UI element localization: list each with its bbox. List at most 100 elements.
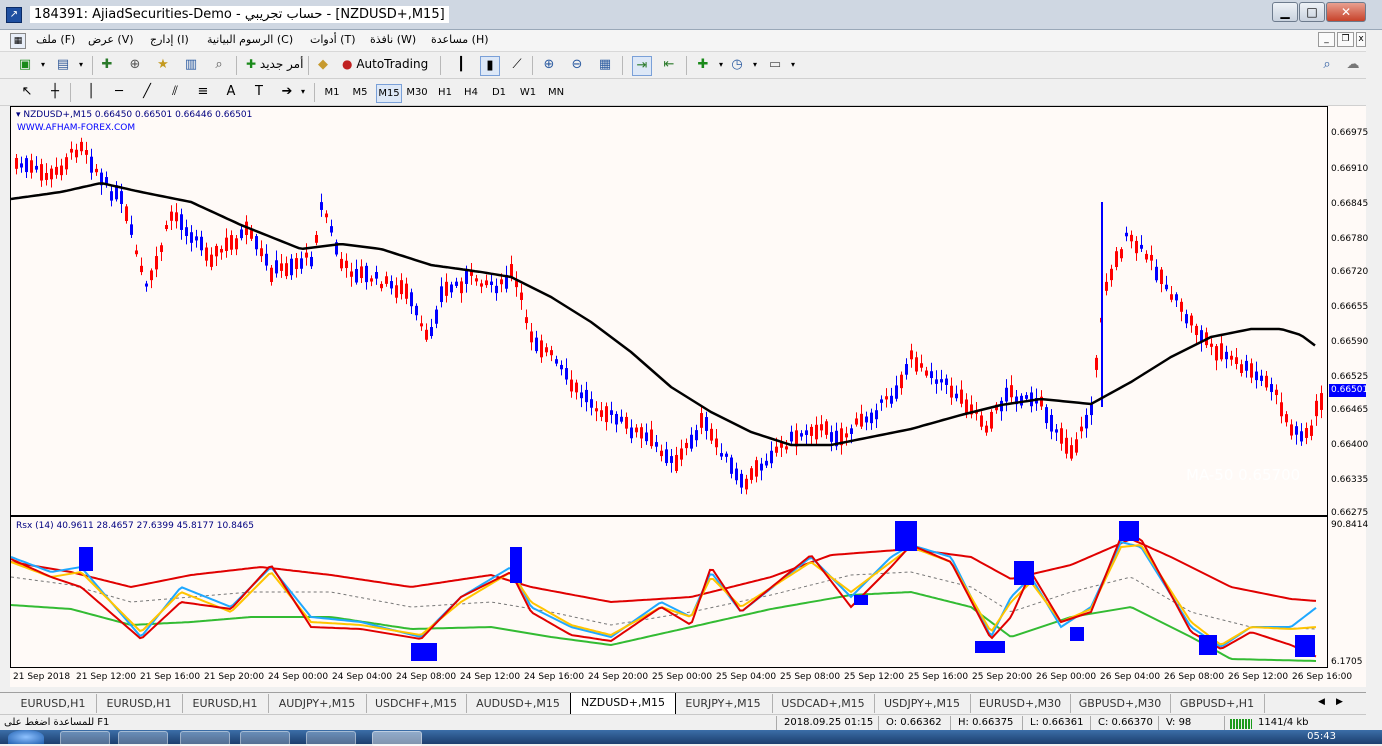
rsi-pane[interactable] — [10, 516, 1328, 668]
search-icon[interactable]: ⌕ — [1318, 56, 1336, 74]
connection-icon — [1230, 719, 1252, 729]
candle — [345, 260, 348, 269]
candle — [255, 236, 258, 250]
close-button[interactable]: ✕ — [1326, 2, 1366, 22]
new-chart-icon[interactable]: ▣ — [16, 56, 34, 74]
templates-icon[interactable]: ▭ — [766, 56, 784, 74]
rsi-signal-box — [1119, 521, 1139, 541]
timeframe-m5[interactable]: M5 — [348, 84, 372, 101]
horizontal-line-icon[interactable]: ─ — [110, 83, 128, 101]
tab-nzdusd-m15[interactable]: NZDUSD+,M15 — [570, 693, 676, 715]
price-label: 0.66590 — [1331, 337, 1369, 347]
profiles-icon[interactable]: ▤ — [54, 56, 72, 74]
candlestick-icon[interactable]: ▮ — [480, 56, 500, 76]
tab-eurusd-h1[interactable]: EURUSD,H1 — [10, 694, 97, 713]
menu-view[interactable]: عرض (V) — [88, 33, 134, 46]
candle — [135, 250, 138, 255]
zoom-out-icon[interactable]: ⊖ — [568, 56, 586, 74]
timeframe-d1[interactable]: D1 — [488, 84, 510, 101]
start-button[interactable] — [8, 730, 44, 744]
line-chart-icon[interactable]: ⟋ — [508, 56, 526, 74]
tile-windows-icon[interactable]: ▦ — [596, 56, 614, 74]
tab-usdcad-m15[interactable]: USDCAD+,M15 — [772, 694, 875, 713]
maximize-button[interactable]: □ — [1299, 2, 1325, 22]
vertical-line-icon[interactable]: │ — [82, 83, 100, 101]
tab-eurusd-m30[interactable]: EURUSD+,M30 — [970, 694, 1071, 713]
candle — [630, 427, 633, 439]
tab-gbpusd-m30[interactable]: GBPUSD+,M30 — [1070, 694, 1171, 713]
dropdown-arrow-icon[interactable]: ▾ — [34, 56, 52, 74]
timeframe-h1[interactable]: H1 — [434, 84, 456, 101]
mdi-close-button[interactable]: x — [1356, 32, 1366, 47]
crosshair-icon[interactable]: ┼ — [46, 83, 64, 101]
metaeditor-icon[interactable]: ◆ — [314, 56, 332, 74]
menu-help[interactable]: مساعدة (H) — [431, 33, 489, 46]
dropdown-arrow-icon[interactable]: ▾ — [784, 56, 802, 74]
candle — [805, 430, 808, 435]
timeframe-m1[interactable]: M1 — [320, 84, 344, 101]
autotrading-button[interactable]: ● AutoTrading — [338, 54, 432, 75]
menu-file[interactable]: ملف (F) — [36, 33, 75, 46]
clock[interactable]: 05:43 — [1307, 731, 1336, 742]
tab-gbpusd-h1[interactable]: GBPUSD+,H1 — [1170, 694, 1265, 713]
dropdown-arrow-icon[interactable]: ▾ — [746, 56, 764, 74]
timeframe-w1[interactable]: W1 — [516, 84, 540, 101]
candle — [15, 157, 18, 169]
tab-usdjpy-m15[interactable]: USDJPY+,M15 — [874, 694, 971, 713]
strategy-tester-icon[interactable]: ⌕ — [210, 56, 228, 74]
candle — [145, 283, 148, 287]
menu-charts[interactable]: الرسوم البيانية (C) — [207, 33, 293, 46]
mdi-minimize-button[interactable]: _ — [1318, 32, 1335, 47]
time-axis[interactable]: 21 Sep 2018 21 Sep 12:00 21 Sep 16:00 21… — [10, 668, 1366, 687]
menu-window[interactable]: نافذة (W) — [370, 33, 416, 46]
timeframe-h4[interactable]: H4 — [460, 84, 482, 101]
candle — [1070, 445, 1073, 459]
terminal-icon[interactable]: ▥ — [182, 56, 200, 74]
navigator-icon[interactable]: ★ — [154, 56, 172, 74]
tab-eurjpy-m15[interactable]: EURJPY+,M15 — [674, 694, 773, 713]
new-order-label: أمر جديد — [259, 57, 304, 71]
equidistant-channel-icon[interactable]: ⫽ — [166, 83, 184, 101]
chart-shift-icon[interactable]: ⇤ — [660, 56, 678, 74]
candle — [205, 247, 208, 261]
chart-window-icon[interactable]: ▦ — [10, 33, 26, 49]
tab-scroll-right-icon[interactable]: ▶ — [1336, 697, 1343, 707]
status-datetime: 2018.09.25 01:15 — [784, 717, 874, 728]
indicators-icon[interactable]: ✚ — [694, 56, 712, 74]
dropdown-arrow-icon[interactable]: ▾ — [294, 83, 312, 101]
app-icon[interactable]: ↗ — [6, 7, 22, 23]
dropdown-arrow-icon[interactable]: ▾ — [72, 56, 90, 74]
bar-chart-icon[interactable]: ┃ — [452, 56, 470, 74]
candle — [825, 421, 828, 435]
fibonacci-icon[interactable]: ≡ — [194, 83, 212, 101]
tab-audjpy-m15[interactable]: AUDJPY+,M15 — [268, 694, 367, 713]
tab-eurusd-h1[interactable]: EURUSD,H1 — [182, 694, 269, 713]
auto-scroll-icon[interactable]: ⇥ — [632, 56, 652, 76]
mdi-restore-button[interactable]: ❐ — [1337, 32, 1354, 47]
text-icon[interactable]: A — [222, 83, 240, 101]
data-window-icon[interactable]: ⊕ — [126, 56, 144, 74]
chat-icon[interactable]: ☁ — [1344, 56, 1362, 74]
menu-insert[interactable]: إدارج (I) — [150, 33, 189, 46]
candle — [40, 164, 43, 181]
market-watch-icon[interactable]: ✚ — [98, 56, 116, 74]
text-label-icon[interactable]: T — [250, 83, 268, 101]
tab-scroll-left-icon[interactable]: ◀ — [1318, 697, 1325, 707]
candle — [660, 450, 663, 457]
tab-audusd-m15[interactable]: AUDUSD+,M15 — [466, 694, 571, 713]
tab-usdchf-m15[interactable]: USDCHF+,M15 — [366, 694, 467, 713]
timeframe-m15[interactable]: M15 — [376, 84, 402, 103]
candle — [565, 368, 568, 380]
trendline-icon[interactable]: ╱ — [138, 83, 156, 101]
candle — [480, 283, 483, 287]
timeframe-m30[interactable]: M30 — [404, 84, 430, 101]
menu-tools[interactable]: أدوات (T) — [310, 33, 356, 46]
new-order-button[interactable]: ✚ أمر جديد — [242, 54, 307, 75]
minimize-button[interactable]: ▁ — [1272, 2, 1298, 22]
periods-icon[interactable]: ◷ — [728, 56, 746, 74]
timeframe-mn[interactable]: MN — [544, 84, 568, 101]
zoom-in-icon[interactable]: ⊕ — [540, 56, 558, 74]
cursor-icon[interactable]: ↖ — [18, 83, 36, 101]
price-pane[interactable] — [10, 106, 1328, 516]
tab-eurusd-h1[interactable]: EURUSD,H1 — [96, 694, 183, 713]
